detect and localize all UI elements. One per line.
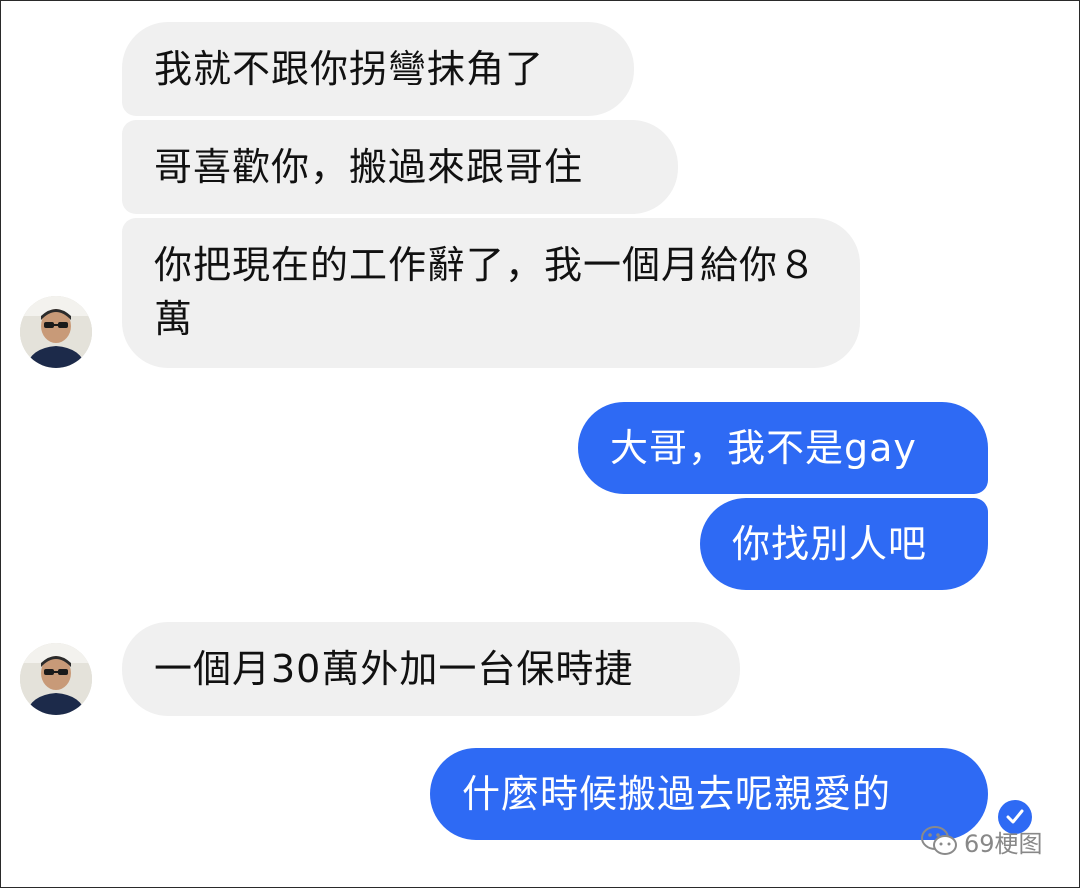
message-text: 我就不跟你拐彎抹角了 [154,47,545,91]
message-bubble-incoming[interactable]: 你把現在的工作辭了，我一個月給你８萬 [122,218,860,368]
message-text: 哥喜歡你，搬過來跟哥住 [154,145,584,189]
watermark: 69梗图 [920,820,1043,862]
message-bubble-outgoing[interactable]: 大哥，我不是gay [578,402,988,494]
message-text: 大哥，我不是gay [610,426,917,470]
message-text: 一個月30萬外加一台保時捷 [154,647,634,691]
message-bubble-outgoing[interactable]: 什麼時候搬過去呢親愛的 [430,748,988,840]
person-icon [20,643,92,715]
message-bubble-incoming[interactable]: 我就不跟你拐彎抹角了 [122,22,634,116]
watermark-text: 69梗图 [964,829,1043,858]
message-bubble-incoming[interactable]: 一個月30萬外加一台保時捷 [122,622,740,716]
sender-avatar[interactable] [20,643,92,715]
message-bubble-outgoing[interactable]: 你找別人吧 [700,498,988,590]
wechat-icon [921,826,957,855]
message-text: 什麼時候搬過去呢親愛的 [462,772,892,816]
person-icon [20,296,92,368]
sender-avatar[interactable] [20,296,92,368]
message-text: 你找別人吧 [732,522,928,566]
message-text: 你把現在的工作辭了，我一個月給你８萬 [154,243,818,341]
message-bubble-incoming[interactable]: 哥喜歡你，搬過來跟哥住 [122,120,678,214]
